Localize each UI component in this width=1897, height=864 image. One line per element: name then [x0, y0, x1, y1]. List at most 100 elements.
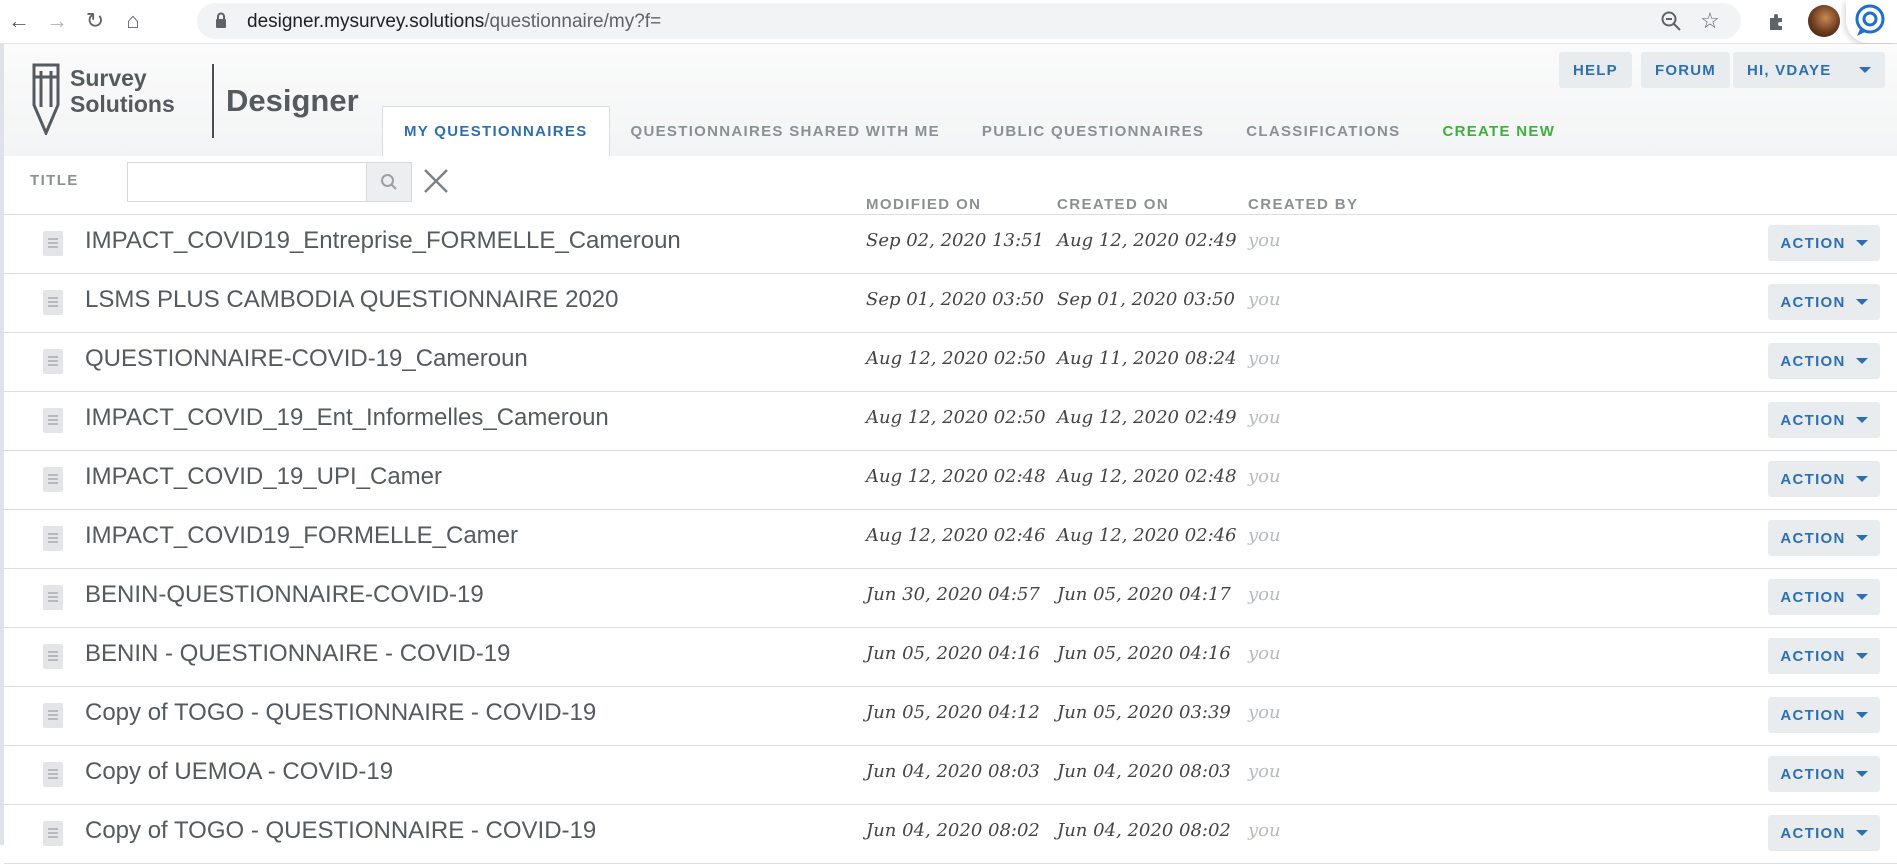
- action-button[interactable]: ACTION: [1768, 815, 1880, 851]
- action-button[interactable]: ACTION: [1768, 225, 1880, 261]
- document-icon: [43, 644, 63, 669]
- bookmark-star-icon[interactable]: ☆: [1697, 8, 1723, 34]
- questionnaire-title[interactable]: Copy of TOGO - QUESTIONNAIRE - COVID-19: [85, 699, 596, 727]
- table-row[interactable]: Copy of TOGO - QUESTIONNAIRE - COVID-19 …: [4, 687, 1897, 746]
- reload-icon[interactable]: ↻: [80, 6, 110, 36]
- questionnaire-title[interactable]: BENIN - QUESTIONNAIRE - COVID-19: [85, 640, 510, 668]
- zoom-icon[interactable]: [1658, 8, 1684, 34]
- product-name: Designer: [226, 83, 359, 118]
- table-row[interactable]: IMPACT_COVID_19_UPI_Camer Aug 12, 2020 0…: [4, 451, 1897, 510]
- table-row[interactable]: IMPACT_COVID19_FORMELLE_Camer Aug 12, 20…: [4, 510, 1897, 569]
- action-button[interactable]: ACTION: [1768, 284, 1880, 320]
- logo-line-1: Survey: [70, 65, 147, 91]
- document-icon: [43, 349, 63, 374]
- created-by: you: [1248, 525, 1281, 546]
- column-created-on[interactable]: CREATED ON: [1057, 196, 1169, 213]
- table-row[interactable]: IMPACT_COVID_19_Ent_Informelles_Cameroun…: [4, 392, 1897, 451]
- created-by: you: [1248, 407, 1281, 428]
- questionnaire-title[interactable]: IMPACT_COVID19_Entreprise_FORMELLE_Camer…: [85, 227, 681, 255]
- help-button[interactable]: HELP: [1559, 52, 1632, 88]
- created-by: you: [1248, 584, 1281, 605]
- tab-classifications[interactable]: CLASSIFICATIONS: [1225, 106, 1421, 156]
- table-row[interactable]: BENIN-QUESTIONNAIRE-COVID-19 Jun 30, 202…: [4, 569, 1897, 628]
- chevron-down-icon: [1855, 653, 1868, 659]
- action-button[interactable]: ACTION: [1768, 402, 1880, 438]
- chevron-down-icon: [1855, 358, 1868, 364]
- action-button[interactable]: ACTION: [1768, 461, 1880, 497]
- created-date: Jun 05, 2020 04:16: [1057, 643, 1231, 664]
- modified-date: Sep 02, 2020 13:51: [866, 230, 1044, 251]
- action-button[interactable]: ACTION: [1768, 579, 1880, 615]
- created-date: Aug 12, 2020 02:46: [1057, 525, 1237, 546]
- document-icon: [43, 467, 63, 492]
- questionnaire-title[interactable]: BENIN-QUESTIONNAIRE-COVID-19: [85, 581, 484, 609]
- table-row[interactable]: LSMS PLUS CAMBODIA QUESTIONNAIRE 2020 Se…: [4, 274, 1897, 333]
- chevron-down-icon: [1855, 417, 1868, 423]
- action-button[interactable]: ACTION: [1768, 343, 1880, 379]
- filter-header-row: TITLE MODIFIED ON CREATED ON CREATED BY: [4, 156, 1897, 215]
- questionnaire-title[interactable]: IMPACT_COVID19_FORMELLE_Camer: [85, 522, 518, 550]
- tab-my-questionnaires[interactable]: MY QUESTIONNAIRES: [382, 106, 610, 157]
- document-icon: [43, 821, 63, 846]
- title-search-input[interactable]: [127, 162, 367, 202]
- created-date: Aug 11, 2020 08:24: [1057, 348, 1237, 369]
- modified-date: Jun 04, 2020 08:02: [866, 820, 1040, 841]
- document-icon: [43, 703, 63, 728]
- tab-create-new[interactable]: CREATE NEW: [1421, 106, 1576, 156]
- table-row[interactable]: BENIN - QUESTIONNAIRE - COVID-19 Jun 05,…: [4, 628, 1897, 687]
- modified-date: Jun 04, 2020 08:03: [866, 761, 1040, 782]
- modified-date: Aug 12, 2020 02:48: [866, 466, 1046, 487]
- address-bar[interactable]: designer.mysurvey.solutions/questionnair…: [197, 3, 1741, 39]
- created-date: Jun 04, 2020 08:03: [1057, 761, 1231, 782]
- created-by: you: [1248, 643, 1281, 664]
- home-icon[interactable]: ⌂: [118, 6, 148, 36]
- created-date: Aug 12, 2020 02:48: [1057, 466, 1237, 487]
- created-by: you: [1248, 761, 1281, 782]
- questionnaire-title[interactable]: Copy of TOGO - QUESTIONNAIRE - COVID-19: [85, 817, 596, 845]
- questionnaire-title[interactable]: IMPACT_COVID_19_Ent_Informelles_Cameroun: [85, 404, 609, 432]
- column-created-by[interactable]: CREATED BY: [1248, 196, 1358, 213]
- action-button[interactable]: ACTION: [1768, 756, 1880, 792]
- clear-search-button[interactable]: [419, 164, 453, 198]
- user-menu-button[interactable]: HI, VDAYE: [1733, 52, 1885, 88]
- browser-toolbar: ← → ↻ ⌂ designer.mysurvey.solutions/ques…: [0, 0, 1897, 44]
- questionnaire-title[interactable]: Copy of UEMOA - COVID-19: [85, 758, 393, 786]
- document-icon: [43, 408, 63, 433]
- action-button[interactable]: ACTION: [1768, 638, 1880, 674]
- created-date: Aug 12, 2020 02:49: [1057, 230, 1237, 251]
- tab-shared-questionnaires[interactable]: QUESTIONNAIRES SHARED WITH ME: [610, 106, 961, 156]
- questionnaire-title[interactable]: LSMS PLUS CAMBODIA QUESTIONNAIRE 2020: [85, 286, 619, 314]
- logo-line-2: Solutions: [70, 91, 175, 117]
- profile-avatar[interactable]: [1808, 5, 1840, 37]
- created-by: you: [1248, 466, 1281, 487]
- tab-public-questionnaires[interactable]: PUBLIC QUESTIONNAIRES: [961, 106, 1225, 156]
- action-button[interactable]: ACTION: [1768, 697, 1880, 733]
- created-date: Jun 04, 2020 08:02: [1057, 820, 1231, 841]
- modified-date: Jun 30, 2020 04:57: [866, 584, 1040, 605]
- action-button[interactable]: ACTION: [1768, 520, 1880, 556]
- extensions-icon[interactable]: [1762, 6, 1792, 36]
- chevron-down-icon: [1855, 830, 1868, 836]
- created-by: you: [1248, 289, 1281, 310]
- column-modified-on[interactable]: MODIFIED ON: [866, 196, 981, 213]
- search-icon: [381, 174, 397, 190]
- modified-date: Jun 05, 2020 04:12: [866, 702, 1040, 723]
- forum-button[interactable]: FORUM: [1641, 52, 1730, 88]
- questionnaire-title[interactable]: IMPACT_COVID_19_UPI_Camer: [85, 463, 442, 491]
- table-row[interactable]: Copy of UEMOA - COVID-19 Jun 04, 2020 08…: [4, 746, 1897, 805]
- user-menu-label: HI, VDAYE: [1747, 61, 1832, 79]
- table-row[interactable]: QUESTIONNAIRE-COVID-19_Cameroun Aug 12, …: [4, 333, 1897, 392]
- search-button[interactable]: [366, 162, 412, 202]
- table-row[interactable]: Copy of TOGO - QUESTIONNAIRE - COVID-19 …: [4, 805, 1897, 864]
- chevron-down-icon: [1855, 594, 1868, 600]
- extension-bubble[interactable]: [1846, 0, 1897, 43]
- questionnaire-title[interactable]: QUESTIONNAIRE-COVID-19_Cameroun: [85, 345, 528, 373]
- modified-date: Sep 01, 2020 03:50: [866, 289, 1044, 310]
- forward-icon[interactable]: →: [42, 6, 72, 36]
- logo-divider: [212, 64, 214, 138]
- back-icon[interactable]: ←: [4, 6, 34, 36]
- app-header: Survey Solutions Designer HELP FORUM HI,…: [4, 44, 1897, 157]
- created-date: Sep 01, 2020 03:50: [1057, 289, 1235, 310]
- table-row[interactable]: IMPACT_COVID19_Entreprise_FORMELLE_Camer…: [4, 215, 1897, 274]
- logo-wordmark[interactable]: Survey Solutions: [70, 65, 175, 117]
